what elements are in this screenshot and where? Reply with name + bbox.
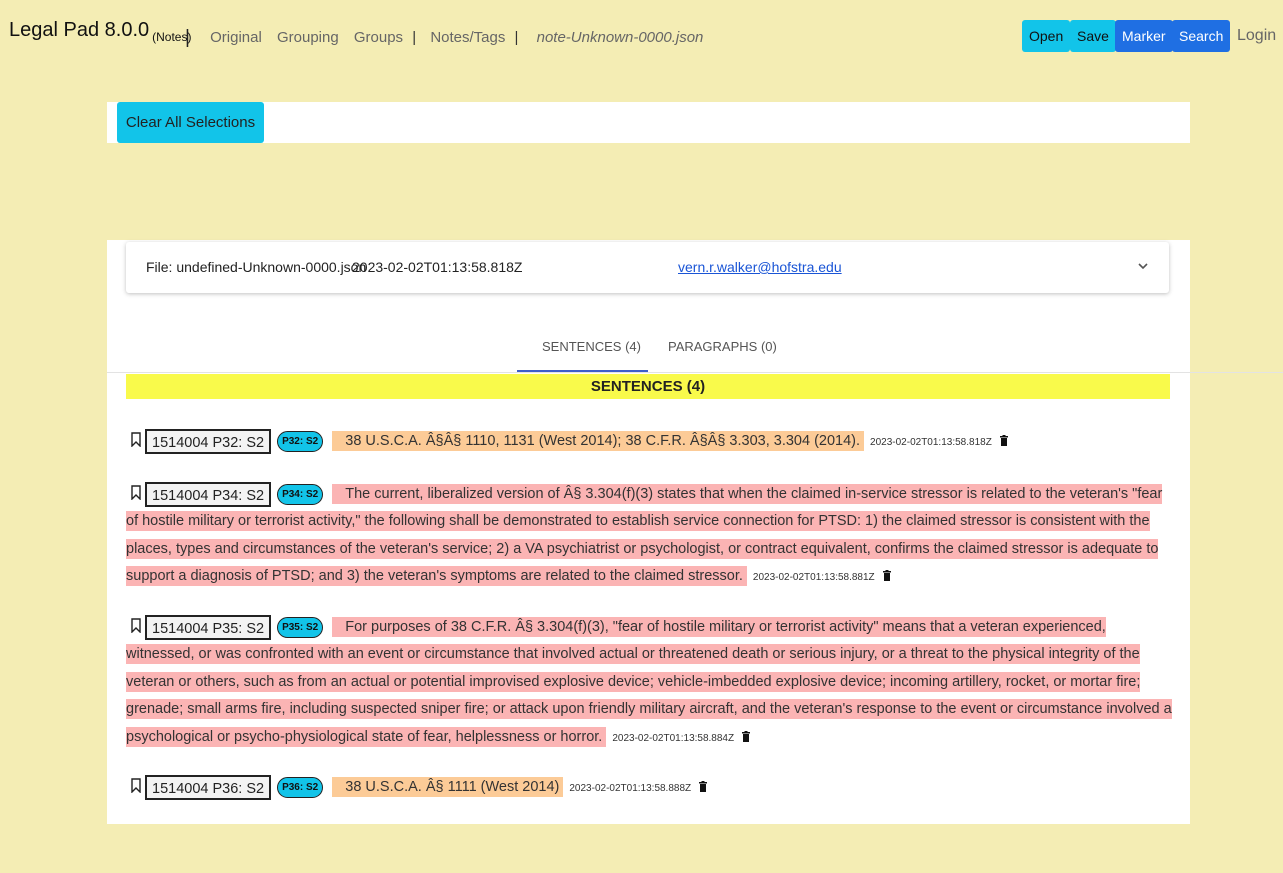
sentence-row: 1514004 P36: S2 P36: S2 38 U.S.C.A. Â§ 11…	[126, 774, 1176, 802]
main-nav: | Original Grouping Groups | Notes/Tags …	[185, 26, 703, 48]
sentences-section-header: SENTENCES (4)	[126, 374, 1170, 399]
sentence-row: 1514004 P35: S2 P35: S2 For purposes of 3…	[126, 614, 1176, 752]
chevron-down-icon[interactable]	[1138, 257, 1148, 273]
file-label: File: undefined-Unknown-0000.json	[146, 259, 367, 275]
bookmark-icon[interactable]	[131, 432, 141, 447]
nav-groups[interactable]: Groups	[354, 29, 403, 46]
open-button[interactable]: Open	[1022, 20, 1071, 52]
toolbar-strip	[107, 102, 1190, 143]
save-button[interactable]: Save	[1070, 20, 1116, 52]
clear-all-selections-button[interactable]: Clear All Selections	[117, 102, 264, 143]
trash-icon[interactable]	[699, 781, 708, 792]
sentence-text[interactable]: 38 U.S.C.A. Â§ 1111 (West 2014)	[332, 777, 564, 797]
sentence-timestamp: 2023-02-02T01:13:58.888Z	[569, 783, 692, 794]
nav-grouping[interactable]: Grouping	[277, 29, 339, 46]
sentence-row: 1514004 P34: S2 P34: S2 The current, libe…	[126, 481, 1176, 592]
bookmark-icon[interactable]	[131, 485, 141, 500]
sentence-timestamp: 2023-02-02T01:13:58.881Z	[752, 572, 875, 584]
trash-icon[interactable]	[999, 435, 1008, 446]
sentence-timestamp: 2023-02-02T01:13:58.818Z	[870, 437, 992, 448]
sentence-tag[interactable]: P34: S2	[277, 483, 324, 505]
nav-divider: |	[412, 29, 417, 46]
tab-paragraphs[interactable]: PARAGRAPHS (0)	[668, 339, 777, 354]
sentence-id: 1514004 P34: S2	[145, 481, 272, 507]
trash-icon[interactable]	[742, 730, 751, 742]
sentence-id: 1514004 P36: S2	[145, 774, 272, 800]
current-file-name: note-Unknown-0000.json	[536, 29, 704, 46]
bookmark-icon[interactable]	[131, 778, 141, 793]
file-info-card[interactable]: File: undefined-Unknown-0000.json 2023-0…	[126, 242, 1169, 293]
sentence-id: 1514004 P32: S2	[145, 428, 272, 454]
sentence-row: 1514004 P32: S2 P32: S2 38 U.S.C.A. Â§Â§ …	[126, 428, 1176, 456]
search-button[interactable]: Search	[1172, 20, 1231, 52]
sentence-tag[interactable]: P32: S2	[277, 430, 324, 452]
tab-sentences[interactable]: SENTENCES (4)	[542, 339, 641, 354]
nav-separator: |	[185, 27, 190, 48]
top-bar: Legal Pad 8.0.0 (Notes) | Original Groupi…	[0, 0, 1283, 72]
app-title: Legal Pad 8.0.0 (Notes)	[9, 19, 191, 44]
tab-divider	[107, 372, 1283, 373]
author-email-link[interactable]: vern.r.walker@hofstra.edu	[678, 259, 842, 275]
nav-notes-tags[interactable]: Notes/Tags	[430, 29, 505, 46]
sentence-tag[interactable]: P36: S2	[277, 776, 324, 798]
sentence-tag[interactable]: P35: S2	[277, 616, 324, 638]
bookmark-icon[interactable]	[131, 618, 141, 633]
sentence-text[interactable]: 38 U.S.C.A. Â§Â§ 1110, 1131 (West 2014);…	[332, 431, 865, 451]
file-timestamp: 2023-02-02T01:13:58.818Z	[352, 259, 523, 275]
trash-icon[interactable]	[882, 570, 891, 582]
login-link[interactable]: Login	[1237, 27, 1276, 45]
app-name: Legal Pad 8.0.0	[9, 19, 150, 41]
marker-button[interactable]: Marker	[1115, 20, 1173, 52]
nav-original[interactable]: Original	[210, 29, 262, 46]
sentence-timestamp: 2023-02-02T01:13:58.884Z	[612, 732, 735, 744]
nav-divider: |	[514, 29, 519, 46]
sentence-id: 1514004 P35: S2	[145, 614, 272, 640]
